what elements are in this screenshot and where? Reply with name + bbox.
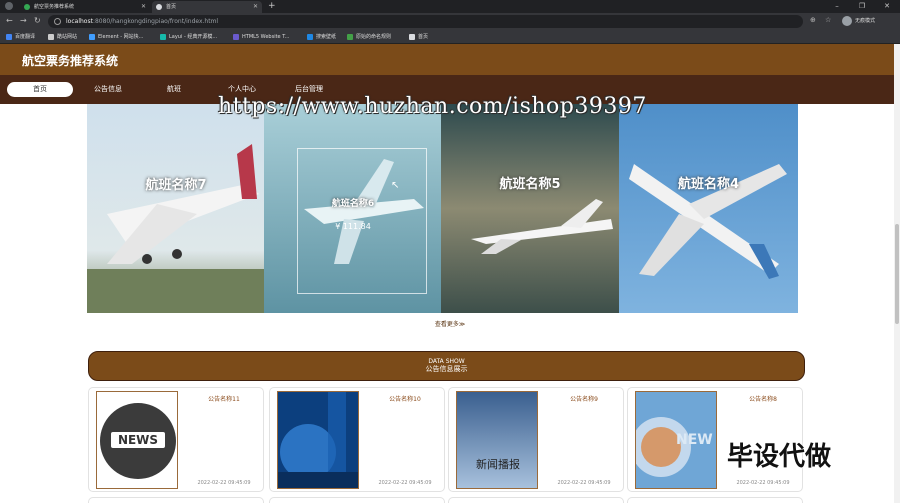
url-host: localhost (66, 18, 93, 25)
bookmark-item[interactable]: 酷站网站 (48, 32, 77, 42)
page-scrollbar[interactable] (894, 44, 900, 503)
flight-slide[interactable]: 航班名称5 (441, 104, 619, 313)
notice-card[interactable]: 新闻播报 公告名称9 2022-02-22 09:45:09 (448, 387, 624, 492)
translate-icon[interactable]: ⊕ (810, 16, 816, 24)
site-title: 航空票务推荐系统 (22, 54, 119, 68)
nav-item-flights[interactable]: 航班 (155, 82, 193, 97)
incognito-icon (842, 16, 852, 26)
bookmark-item[interactable]: Layui - 经典开源模... (160, 32, 217, 42)
notice-date: 2022-02-22 09:45:09 (557, 480, 611, 486)
profile-label: 无痕模式 (855, 18, 876, 24)
back-arrow-icon[interactable]: ← (6, 16, 13, 26)
news-label: NEWS (117, 433, 159, 447)
vue-favicon-icon (24, 4, 30, 10)
reload-icon[interactable]: ↻ (34, 16, 41, 26)
browser-tab-home[interactable]: 首页 ✕ (152, 1, 262, 13)
flight-carousel: 航班名称7 航班名称6 ¥ 111.84 航班名称5 航班名称4 (87, 104, 798, 313)
nav-item-notices[interactable]: 公告信息 (82, 82, 134, 97)
notice-date: 2022-02-22 09:45:09 (197, 480, 251, 486)
site-header: 航空票务推荐系统 (0, 44, 900, 75)
notice-card-partial[interactable] (88, 497, 264, 503)
flight-slide[interactable]: 航班名称4 (619, 104, 798, 313)
slide-title: 航班名称4 (677, 177, 740, 192)
bookmark-item[interactable]: Element - 网站快... (89, 32, 143, 42)
news-label: NEW (676, 432, 713, 448)
notice-thumbnail: NEW (635, 391, 717, 489)
notice-date: 2022-02-22 09:45:09 (736, 480, 790, 486)
hover-frame (297, 148, 427, 294)
bookmark-item[interactable]: 原始的命名规则 (347, 32, 391, 42)
view-more-link[interactable]: 查看更多≫ (0, 319, 900, 328)
airplane-photo (619, 104, 798, 313)
bookmark-item[interactable]: 首页 (409, 32, 428, 42)
slide-title: 航班名称5 (499, 177, 561, 192)
tab-close-icon[interactable]: ✕ (141, 1, 146, 13)
notice-card-partial[interactable] (627, 497, 803, 503)
news-image (278, 392, 358, 488)
globe-favicon-icon (156, 4, 162, 10)
url-watermark: https://www.huzhan.com/ishop39397 (218, 94, 647, 119)
notice-section-header: DATA SHOW 公告信息展示 (88, 351, 805, 381)
bookmark-star-icon[interactable]: ☆ (825, 16, 831, 24)
bookmark-favicon-icon (160, 34, 166, 40)
bookmark-favicon-icon (89, 34, 95, 40)
notice-name: 公告名称9 (570, 396, 598, 403)
scrollbar-thumb[interactable] (895, 224, 899, 324)
notice-name: 公告名称8 (749, 396, 777, 403)
flight-slide[interactable]: 航班名称7 (87, 104, 265, 313)
nav-item-home[interactable]: 首页 (7, 82, 73, 97)
notice-date: 2022-02-22 09:45:09 (378, 480, 432, 486)
bookmark-favicon-icon (409, 34, 415, 40)
url-input[interactable]: localhost:8080/hangkongdingpiao/front/in… (48, 15, 803, 28)
bookmark-item[interactable]: 百度翻译 (6, 32, 35, 42)
page-viewport: 航空票务推荐系统 首页 公告信息 航班 个人中心 后台管理 航班名称7 航班名称… (0, 44, 900, 503)
bookmark-favicon-icon (307, 34, 313, 40)
notice-thumbnail (277, 391, 359, 489)
tab-close-icon[interactable]: ✕ (253, 1, 258, 13)
notice-card-partial[interactable] (269, 497, 445, 503)
news-caption: 新闻播报 (476, 458, 520, 471)
notice-thumbnail: 新闻播报 (456, 391, 538, 489)
new-tab-icon[interactable]: + (268, 0, 276, 12)
mouse-cursor-icon: ↖ (391, 180, 400, 191)
notice-name: 公告名称10 (389, 396, 421, 403)
url-path: :8080/hangkongdingpiao/front/index.html (92, 18, 219, 25)
forward-arrow-icon[interactable]: → (20, 16, 27, 26)
tab-search-icon[interactable] (5, 2, 13, 10)
address-bar: ← → ↻ localhost:8080/hangkongdingpiao/fr… (0, 13, 900, 30)
browser-tab-strip: 航空票务推荐系统 ✕ 首页 ✕ + – ❐ ✕ (0, 0, 900, 13)
bookmark-item[interactable]: 搜索壁纸 (307, 32, 336, 42)
notice-card[interactable]: 公告名称10 2022-02-22 09:45:09 (269, 387, 445, 492)
bookmark-favicon-icon (233, 34, 239, 40)
section-subtitle: DATA SHOW (428, 358, 465, 365)
slide-price: ¥ 111.84 (335, 222, 371, 231)
tab-label: 首页 (166, 4, 177, 10)
minimize-icon[interactable]: – (826, 0, 848, 12)
bookmark-favicon-icon (48, 34, 54, 40)
site-info-icon[interactable] (54, 18, 61, 25)
bookmark-favicon-icon (347, 34, 353, 40)
window-close-icon[interactable]: ✕ (876, 0, 898, 12)
notice-card-partial[interactable] (448, 497, 624, 503)
overlay-stamp: 毕设代做 (727, 442, 832, 472)
flight-slide[interactable]: 航班名称6 ¥ 111.84 (264, 104, 442, 313)
notice-card[interactable]: NEWS 公告名称11 2022-02-22 09:45:09 (88, 387, 264, 492)
maximize-icon[interactable]: ❐ (851, 0, 873, 12)
airplane-photo (87, 104, 265, 313)
notice-thumbnail: NEWS (96, 391, 178, 489)
slide-title: 航班名称6 (331, 199, 375, 209)
bookmark-favicon-icon (6, 34, 12, 40)
tab-label: 航空票务推荐系统 (34, 4, 75, 10)
news-image (457, 392, 537, 488)
bookmark-item[interactable]: HTML5 Website T... (233, 32, 289, 42)
slide-title: 航班名称7 (145, 178, 207, 193)
notice-name: 公告名称11 (208, 396, 240, 403)
browser-tab-admin[interactable]: 航空票务推荐系统 ✕ (20, 1, 150, 13)
section-title: 公告信息展示 (425, 365, 468, 373)
bookmarks-bar: 百度翻译 酷站网站 Element - 网站快... Layui - 经典开源模… (0, 30, 900, 44)
airplane-photo (441, 104, 619, 313)
incognito-profile-button[interactable]: 无痕模式 (842, 15, 875, 27)
